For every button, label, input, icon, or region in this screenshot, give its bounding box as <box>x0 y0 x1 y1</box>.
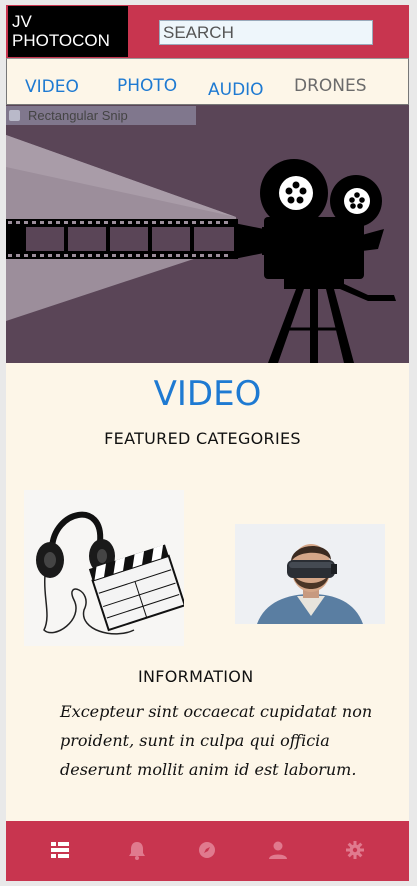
search-input[interactable] <box>159 20 373 45</box>
category-card-vr[interactable] <box>235 524 385 624</box>
film-camera-projector-icon <box>6 105 409 363</box>
user-icon[interactable] <box>267 839 289 861</box>
category-nav: VIDEO PHOTO AUDIO DRONES <box>6 58 409 105</box>
snip-label: Rectangular Snip <box>28 108 128 123</box>
logo[interactable]: JV PHOTOCON <box>8 6 128 57</box>
nav-video[interactable]: VIDEO <box>25 77 79 97</box>
nav-audio[interactable]: AUDIO <box>208 80 264 100</box>
information-heading: INFORMATION <box>138 667 254 686</box>
headphones-clapperboard-image <box>24 490 187 646</box>
snip-icon <box>9 110 20 121</box>
nav-drones[interactable]: DRONES <box>294 76 367 96</box>
featured-categories-heading: FEATURED CATEGORIES <box>104 429 301 448</box>
page-title: VIDEO <box>153 374 262 414</box>
nav-photo[interactable]: PHOTO <box>117 76 177 96</box>
gear-icon[interactable] <box>344 839 366 861</box>
bottom-nav <box>6 821 409 881</box>
bell-icon[interactable] <box>126 839 148 861</box>
app-frame: JV PHOTOCON VIDEO PHOTO AUDIO DRONES <box>6 5 409 881</box>
hero-banner <box>6 105 409 363</box>
rectangular-snip-tooltip: Rectangular Snip <box>6 106 196 125</box>
list-icon[interactable] <box>49 839 71 861</box>
header: JV PHOTOCON <box>6 5 409 58</box>
category-card-audio-video[interactable] <box>24 490 187 646</box>
information-text: Excepteur sint occaecat cupidatat non pr… <box>60 702 373 779</box>
vr-headset-person-image <box>235 524 385 624</box>
compass-icon[interactable] <box>196 839 218 861</box>
